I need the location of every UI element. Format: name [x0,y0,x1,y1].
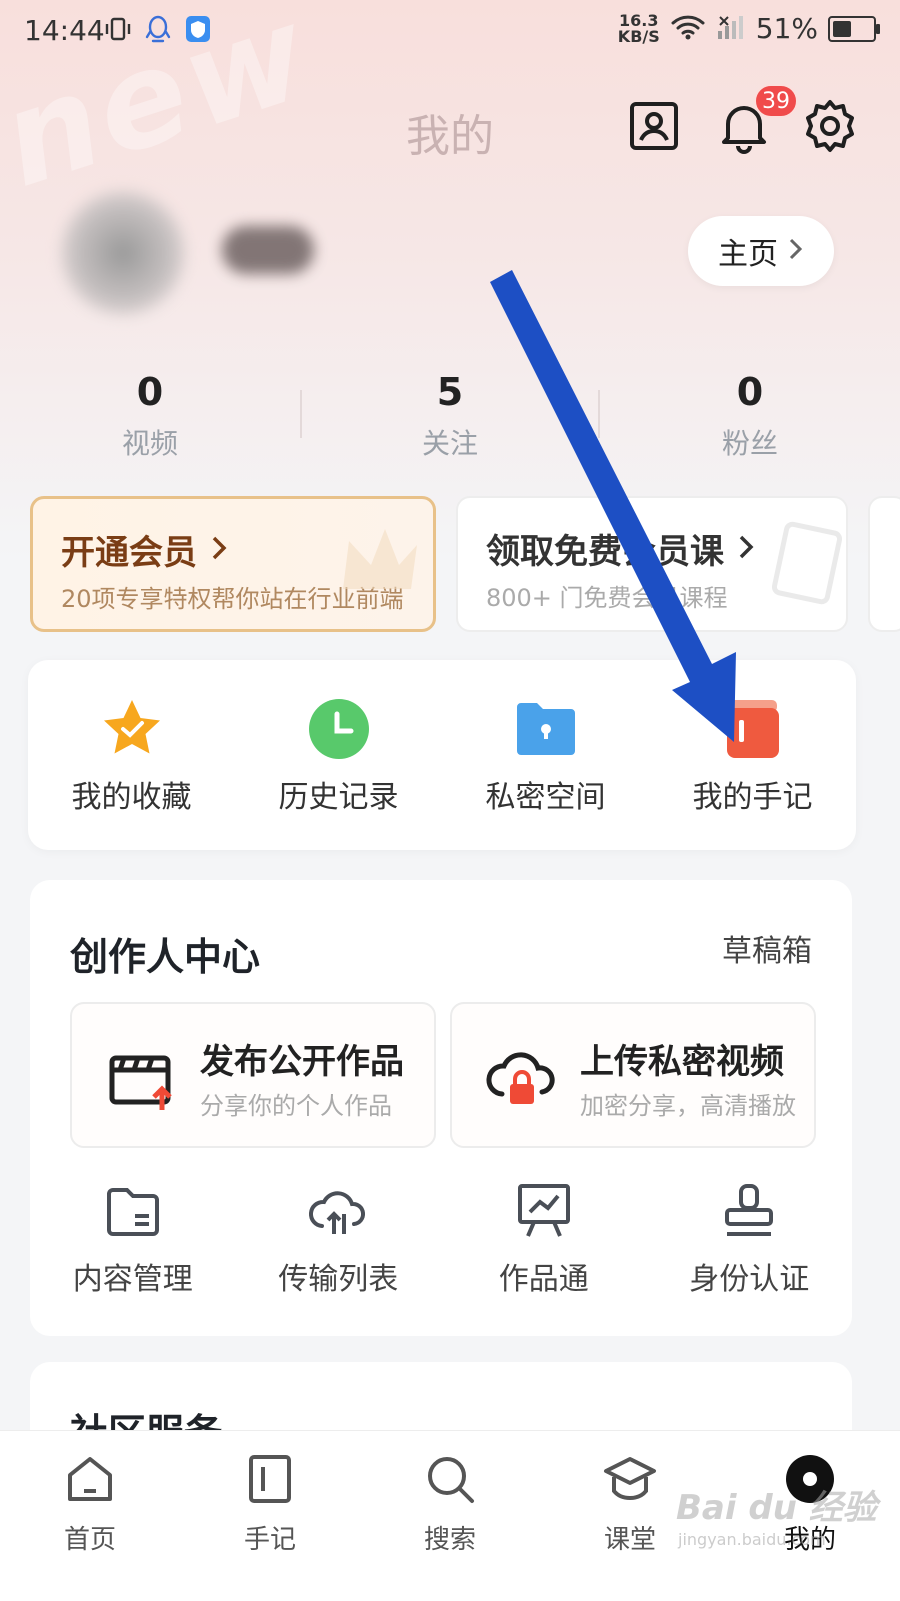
status-left-icons [104,14,212,44]
nav-label: 首页 [63,1525,116,1555]
stat-label: 粉丝 [721,427,778,460]
avatar[interactable] [58,188,188,318]
quick-action-label: 我的手记 [692,780,813,815]
tool-identity-verification[interactable]: 身份认证 [647,1180,853,1298]
search-icon [422,1451,478,1507]
stat-divider [300,390,302,438]
tool-content-management[interactable]: 内容管理 [30,1180,236,1298]
quick-actions-card: 我的收藏 历史记录 私密空间 我的手记 [28,660,856,850]
clapperboard-upload-icon [106,1040,178,1112]
contact-card-button[interactable] [626,100,682,156]
graduation-cap-icon [602,1451,658,1507]
stat-videos[interactable]: 0 视频 [0,368,300,468]
home-page-label: 主页 [718,237,778,272]
free-course-title-text: 领取免费会员课 [486,532,724,572]
nav-home[interactable]: 首页 [0,1431,180,1601]
tool-label: 身份认证 [689,1262,810,1297]
chevron-right-icon [211,530,227,570]
nav-label: 搜索 [423,1525,476,1555]
profile-stats: 0 视频 5 关注 0 粉丝 [0,368,900,468]
battery-icon [828,15,880,42]
quick-action-label: 历史记录 [278,780,399,815]
stat-fans[interactable]: 0 粉丝 [600,368,900,468]
status-right-icons: 16.3 KB/S 51% [617,12,880,46]
stat-label: 关注 [421,427,478,460]
publish-subtitle: 分享你的个人作品 [200,1092,392,1120]
cloud-upload-icon [306,1180,370,1244]
clock-icon [306,696,372,762]
free-course-card[interactable]: 领取免费会员课 800+ 门免费会员课程 [456,496,848,632]
stat-value: 5 [436,370,464,414]
quick-action-label: 我的收藏 [71,780,192,815]
tool-label: 作品通 [498,1262,589,1297]
presentation-chart-icon [512,1180,576,1244]
status-time: 14:44 [24,14,105,47]
net-speed-unit: KB/S [617,26,660,46]
creator-tools: 内容管理 传输列表 作品通 身份认证 [30,1180,852,1298]
free-course-subtitle: 800+ 门免费会员课程 [486,584,728,612]
chevron-right-icon [738,529,754,569]
nav-label: 课堂 [603,1525,656,1555]
free-course-title: 领取免费会员课 [486,524,754,573]
battery-fill [833,20,852,37]
signal-icon [716,13,746,45]
wifi-icon [670,13,706,45]
gear-icon [802,98,858,158]
qq-penguin-icon [144,14,172,44]
tool-transfer-list[interactable]: 传输列表 [236,1180,442,1298]
creator-center-card: 创作人中心 草稿箱 发布公开作品 分享你的个人作品 上传私密视频 加密分享，高清… [30,880,852,1336]
quick-action-my-notes[interactable]: 我的手记 [649,660,856,850]
home-page-button[interactable]: 主页 [688,216,834,286]
nav-notes[interactable]: 手记 [180,1431,360,1601]
chevron-right-icon [788,234,804,269]
crown-icon [333,519,423,613]
promo-card-peek[interactable] [868,496,900,632]
star-icon [99,696,165,762]
settings-button[interactable] [802,100,858,156]
upload-title: 上传私密视频 [580,1042,784,1082]
vip-title-text: 开通会员 [61,533,197,573]
publish-title: 发布公开作品 [200,1042,404,1082]
status-bar: 14:44 16.3 KB/S 51% [0,0,900,64]
cloud-lock-icon [486,1040,558,1112]
stamp-icon [717,1180,781,1244]
folder-icon [101,1180,165,1244]
upload-private-video-card[interactable]: 上传私密视频 加密分享，高清播放 [450,1002,816,1148]
battery-percent: 51% [755,12,818,45]
publish-public-work-card[interactable]: 发布公开作品 分享你的个人作品 [70,1002,436,1148]
upload-subtitle: 加密分享，高清播放 [580,1092,796,1120]
stat-value: 0 [736,370,764,414]
vip-title: 开通会员 [61,525,227,574]
tool-works-pass[interactable]: 作品通 [441,1180,647,1298]
username-blurred[interactable] [222,226,314,274]
lock-folder-icon [513,696,579,762]
contact-card-icon [628,100,680,156]
quick-action-history[interactable]: 历史记录 [235,660,442,850]
watermark-url: jingyan.baidu.com [678,1530,826,1549]
nav-label: 手记 [243,1525,296,1555]
creator-center-title: 创作人中心 [70,935,261,979]
quick-action-favorites[interactable]: 我的收藏 [28,660,235,850]
shield-icon [184,14,212,44]
notebook-icon [720,696,786,762]
nav-search[interactable]: 搜索 [360,1431,540,1601]
notification-badge: 39 [754,84,798,118]
tool-label: 传输列表 [278,1262,399,1297]
net-speed: 16.3 KB/S [617,12,660,46]
stat-label: 视频 [121,427,178,460]
note-icon [242,1451,298,1507]
stat-value: 0 [136,370,164,414]
vip-membership-card[interactable]: 开通会员 20项专享特权帮你站在行业前端 [30,496,436,632]
watermark-logo: Bai du 经验 [676,1488,877,1528]
home-icon [62,1451,118,1507]
notifications-button[interactable]: 39 [716,84,798,156]
vibrate-icon [104,14,132,44]
quick-action-label: 私密空间 [485,780,606,815]
book-icon [771,518,843,612]
quick-action-private-space[interactable]: 私密空间 [442,660,649,850]
tool-label: 内容管理 [72,1262,193,1297]
drafts-link[interactable]: 草稿箱 [722,926,812,970]
stat-following[interactable]: 5 关注 [300,368,600,468]
